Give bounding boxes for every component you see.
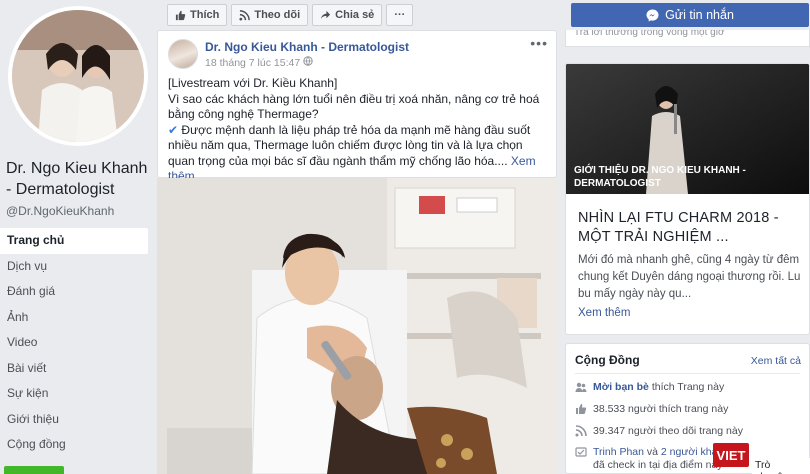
post-line-3: ✔ Được mệnh danh là liệu pháp trẻ hóa da…	[168, 123, 550, 185]
create-page-button[interactable]	[4, 466, 64, 474]
post-card: Dr. Ngo Kieu Khanh - Dermatologist 18 th…	[157, 30, 557, 183]
profile-photo	[12, 10, 144, 142]
nav-item-events[interactable]: Sự kiện	[0, 381, 148, 407]
checkmark-icon: ✔	[168, 122, 179, 137]
community-see-all-link[interactable]: Xem tất cả	[751, 355, 801, 367]
invite-friends-text: thích Trang này	[651, 381, 725, 393]
thumbs-up-icon	[575, 403, 587, 415]
nav-item-posts[interactable]: Bài viết	[0, 356, 148, 382]
nav-item-about[interactable]: Giới thiệu	[0, 407, 148, 433]
share-icon	[321, 10, 331, 19]
article-card[interactable]: GIỚI THIỆU DR. NGO KIEU KHANH - DERMATOL…	[565, 63, 810, 335]
post-line-3-text: Được mệnh danh là liệu pháp trẻ hóa da m…	[168, 122, 531, 168]
page-name[interactable]: Dr. Ngo Kieu Khanh - Dermatologist	[6, 158, 150, 200]
post-meta: 18 tháng 7 lúc 15:47	[205, 56, 313, 69]
like-button[interactable]: Thích	[167, 4, 228, 26]
send-message-button[interactable]: Gửi tin nhắn	[571, 3, 809, 27]
nav-item-reviews[interactable]: Đánh giá	[0, 279, 148, 305]
rss-icon	[239, 9, 251, 21]
send-message-label: Gửi tin nhắn	[665, 8, 734, 22]
response-info-card: Trả lời thường trong vòng một giờ	[565, 30, 810, 47]
checkin-and-text: và	[646, 446, 658, 458]
post-timestamp[interactable]: 18 tháng 7 lúc 15:47	[205, 57, 300, 69]
article-image: GIỚI THIỆU DR. NGO KIEU KHANH - DERMATOL…	[566, 64, 809, 194]
post-line-1: [Livestream với Dr. Kiều Khanh]	[168, 76, 338, 90]
nav-item-home[interactable]: Trang chủ	[0, 228, 148, 254]
profile-picture[interactable]	[8, 6, 148, 146]
follow-button[interactable]: Theo dõi	[231, 4, 309, 26]
nav-item-photos[interactable]: Ảnh	[0, 305, 148, 331]
page-handle[interactable]: @Dr.NgoKieuKhanh	[6, 204, 114, 218]
follow-label: Theo dõi	[254, 9, 301, 21]
article-see-more-link[interactable]: Xem thêm	[578, 307, 630, 319]
viet-watermark: VIET	[713, 443, 749, 467]
video-frame	[157, 178, 557, 474]
article-tag: GIỚI THIỆU DR. NGO KIEU KHANH - DERMATOL…	[574, 165, 746, 189]
action-bar: Thích Theo dõi Chia sẻ ···	[167, 4, 414, 26]
community-card: Cộng Đồng Xem tất cả Mời bạn bè thích Tr…	[565, 343, 810, 474]
article-description: Mới đó mà nhanh ghê, cũng 4 ngày từ đêm …	[578, 254, 801, 300]
community-divider	[575, 373, 800, 374]
more-options-button[interactable]: ···	[386, 4, 414, 26]
ellipsis-icon: ···	[394, 9, 406, 21]
post-video[interactable]	[157, 178, 557, 474]
nav-item-services[interactable]: Dịch vụ	[0, 254, 148, 280]
nav-item-community[interactable]: Cộng đồng	[0, 432, 148, 458]
globe-icon	[303, 56, 313, 69]
thumbs-up-icon	[175, 10, 186, 20]
post-author-name[interactable]: Dr. Ngo Kieu Khanh - Dermatologist	[205, 40, 409, 54]
response-info-text: Trả lời thường trong vòng một giờ	[574, 30, 725, 38]
post-text: [Livestream với Dr. Kiều Khanh] Vì sao c…	[168, 76, 550, 185]
share-label: Chia sẻ	[335, 9, 375, 21]
share-button[interactable]: Chia sẻ	[312, 4, 383, 26]
left-column: Dr. Ngo Kieu Khanh - Dermatologist @Dr.N…	[0, 0, 150, 474]
rss-icon	[575, 425, 587, 437]
community-checkin-row: Trinh Phan và 2 người khác đã check in t…	[575, 446, 723, 472]
messenger-icon	[646, 9, 659, 21]
page-nav: Trang chủ Dịch vụ Đánh giá Ảnh Video Bài…	[0, 228, 148, 458]
community-likes-text: 38.533 người thích trang này	[593, 403, 729, 415]
chat-tab-label[interactable]: Trò chuyện	[752, 458, 810, 474]
like-label: Thích	[190, 9, 220, 21]
post-options-icon[interactable]: •••	[530, 35, 548, 51]
nav-item-videos[interactable]: Video	[0, 330, 148, 356]
community-invite-row: Mời bạn bè thích Trang này	[575, 381, 724, 393]
community-follows-text: 39.347 người theo dõi trang này	[593, 425, 743, 437]
community-follows-row: 39.347 người theo dõi trang này	[575, 425, 743, 437]
article-title[interactable]: NHÌN LẠI FTU CHARM 2018 - MỘT TRẢI NGHIỆ…	[578, 209, 808, 247]
post-line-2: Vì sao các khách hàng lớn tuổi nên điều …	[168, 91, 540, 122]
checkin-user-link[interactable]: Trinh Phan	[593, 446, 644, 458]
community-title: Cộng Đồng	[575, 353, 640, 367]
post-author-avatar[interactable]	[168, 39, 198, 69]
friends-icon	[575, 381, 587, 393]
community-likes-row: 38.533 người thích trang này	[575, 403, 728, 415]
checkin-icon	[575, 446, 587, 458]
invite-friends-link[interactable]: Mời bạn bè	[593, 381, 649, 393]
checkin-text: đã check in tại địa điểm này	[593, 459, 723, 471]
